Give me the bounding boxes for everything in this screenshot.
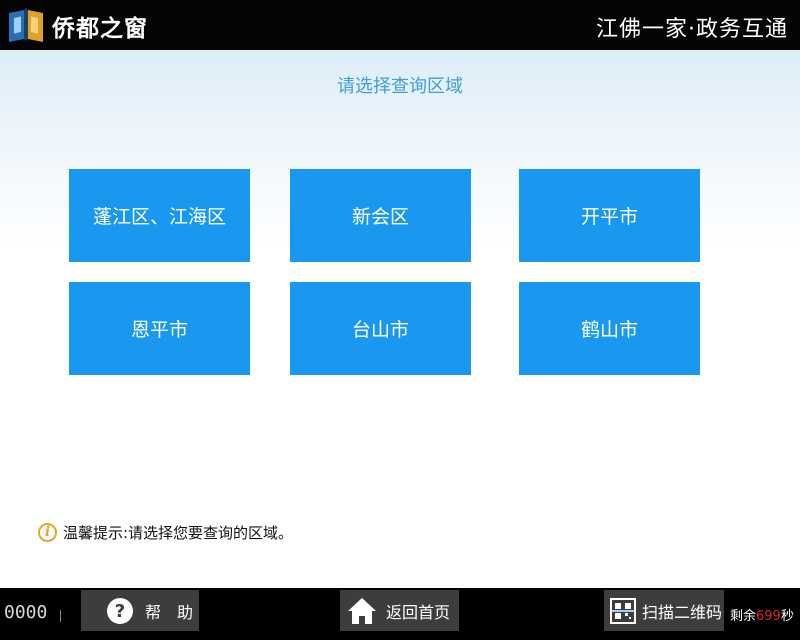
app-title: 侨都之窗 <box>52 16 148 42</box>
counter-divider <box>60 610 61 622</box>
region-button-label: 开平市 <box>580 206 638 228</box>
countdown-seconds: 699 <box>756 609 781 624</box>
countdown-prefix: 剩余 <box>730 609 757 624</box>
region-button-kaiping[interactable]: 开平市 <box>519 169 700 262</box>
qr-code-icon <box>610 597 636 624</box>
header-slogan: 江佛一家·政务互通 <box>596 17 788 42</box>
help-icon: ? <box>107 597 133 624</box>
region-button-label: 鹤山市 <box>580 319 638 341</box>
region-button-taishan[interactable]: 台山市 <box>290 282 471 375</box>
footer-bar: 0000 ? 帮 助 返回首页 扫描二维码 剩余699秒 <box>0 588 800 640</box>
region-button-label: 蓬江区、江海区 <box>92 206 226 228</box>
region-button-label: 新会区 <box>351 206 409 228</box>
region-button-enping[interactable]: 恩平市 <box>69 282 250 375</box>
region-button-pengjiang-jianghai[interactable]: 蓬江区、江海区 <box>69 169 250 262</box>
header-bar: 侨都之窗 江佛一家·政务互通 <box>0 0 800 50</box>
region-button-label: 恩平市 <box>130 319 188 341</box>
info-icon: i <box>38 522 57 542</box>
help-button[interactable]: ? 帮 助 <box>81 590 199 631</box>
countdown-timer: 剩余699秒 <box>730 605 794 624</box>
back-home-button-label: 返回首页 <box>386 602 451 622</box>
help-button-label: 帮 助 <box>145 602 194 622</box>
region-button-label: 台山市 <box>351 319 409 341</box>
region-button-heshan[interactable]: 鹤山市 <box>519 282 700 375</box>
countdown-suffix: 秒 <box>780 609 794 624</box>
hint-text: 温馨提示:请选择您要查询的区域。 <box>63 523 294 542</box>
scan-qr-button-label: 扫描二维码 <box>642 602 723 622</box>
svg-text:?: ? <box>115 601 125 622</box>
hint-message: i 温馨提示:请选择您要查询的区域。 <box>38 520 293 544</box>
region-button-xinhui[interactable]: 新会区 <box>290 169 471 262</box>
book-logo-icon <box>9 8 43 42</box>
back-home-button[interactable]: 返回首页 <box>340 590 459 631</box>
terminal-counter: 0000 <box>4 602 48 623</box>
page-prompt: 请选择查询区域 <box>337 76 463 97</box>
main-content: 请选择查询区域 蓬江区、江海区 新会区 开平市 恩平市 台山市 鹤山市 i 温馨… <box>0 50 800 588</box>
scan-qr-button[interactable]: 扫描二维码 <box>604 590 724 631</box>
home-icon <box>348 597 376 624</box>
